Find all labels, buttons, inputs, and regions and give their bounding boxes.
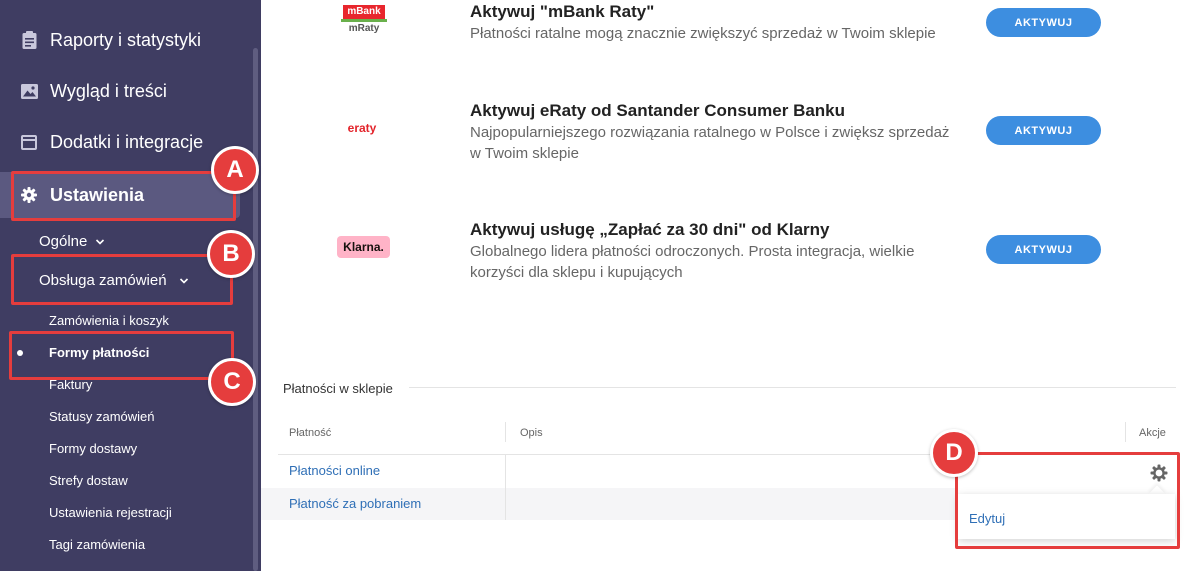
sidebar-leaf-shipping-zones[interactable]: Strefy dostaw [49, 473, 128, 488]
promo-description: Globalnego lidera płatności odroczonych.… [470, 243, 915, 281]
sidebar-item-label: Raporty i statystyki [50, 29, 202, 50]
promo-title: Aktywuj "mBank Raty" [470, 2, 655, 21]
annotation-badge-a: A [211, 146, 259, 194]
klarna-logo: Klarna. [337, 236, 390, 258]
activate-mbank-button[interactable]: AKTYWUJ [986, 8, 1101, 37]
annotation-box-d [955, 452, 1180, 549]
sidebar-item-addons[interactable]: Dodatki i integracje [0, 119, 240, 165]
column-header-description: Opis [520, 427, 543, 439]
chevron-down-icon [96, 238, 105, 245]
sidebar-leaf-order-statuses[interactable]: Statusy zamówień [49, 409, 155, 424]
sidebar-leaf-shipping-methods[interactable]: Formy dostawy [49, 441, 137, 456]
payment-online-link[interactable]: Płatności online [289, 463, 380, 478]
column-separator [505, 455, 506, 488]
clipboard-icon [20, 31, 38, 49]
image-icon [20, 82, 38, 100]
column-separator [505, 422, 506, 442]
promo-title: Aktywuj usługę „Zapłać za 30 dni" od Kla… [470, 220, 830, 239]
window-icon [20, 133, 38, 151]
mbank-raty-logo: mBank mRaty [339, 4, 389, 36]
activate-eraty-button[interactable]: AKTYWUJ [986, 116, 1101, 145]
sidebar-scrollbar[interactable] [253, 48, 258, 571]
sidebar-sub-label: Ogólne [39, 233, 88, 250]
mbank-logo-top: mBank [343, 5, 385, 19]
sidebar-item-label: Wygląd i treści [50, 80, 167, 101]
annotation-badge-c: C [208, 358, 256, 406]
column-separator [505, 488, 506, 520]
sidebar-leaf-registration-settings[interactable]: Ustawienia rejestracji [49, 505, 172, 520]
eraty-logo: eraty [347, 121, 377, 135]
annotation-box-a [11, 171, 236, 221]
promo-title: Aktywuj eRaty od Santander Consumer Bank… [470, 101, 846, 120]
section-title: Płatności w sklepie [283, 381, 393, 396]
sidebar-item-reports[interactable]: Raporty i statystyki [0, 17, 240, 63]
sidebar-sub-general[interactable]: Ogólne [39, 233, 105, 250]
mbank-logo-stripe [341, 19, 387, 22]
sidebar-item-label: Dodatki i integracje [50, 131, 204, 152]
sidebar-leaf-order-tags[interactable]: Tagi zamówienia [49, 537, 145, 552]
sidebar-leaf-orders-cart[interactable]: Zamówienia i koszyk [49, 313, 169, 328]
activate-klarna-button[interactable]: AKTYWUJ [986, 235, 1101, 264]
payment-cod-link[interactable]: Płatność za pobraniem [289, 496, 421, 511]
promo-description: Najpopularniejszego rozwiązania ratalneg… [470, 124, 950, 162]
column-header-actions: Akcje [1139, 427, 1166, 439]
annotation-box-c [9, 331, 234, 380]
annotation-box-b [11, 254, 233, 305]
column-header-payment: Płatność [289, 427, 332, 439]
annotation-badge-b: B [207, 230, 255, 278]
column-separator [1125, 422, 1126, 442]
section-divider [409, 387, 1176, 388]
annotation-badge-d: D [930, 429, 978, 477]
sidebar-item-appearance[interactable]: Wygląd i treści [0, 68, 240, 114]
promo-description: Płatności ratalne mogą znacznie zwiększy… [470, 25, 936, 42]
mbank-logo-bottom: mRaty [348, 23, 380, 34]
